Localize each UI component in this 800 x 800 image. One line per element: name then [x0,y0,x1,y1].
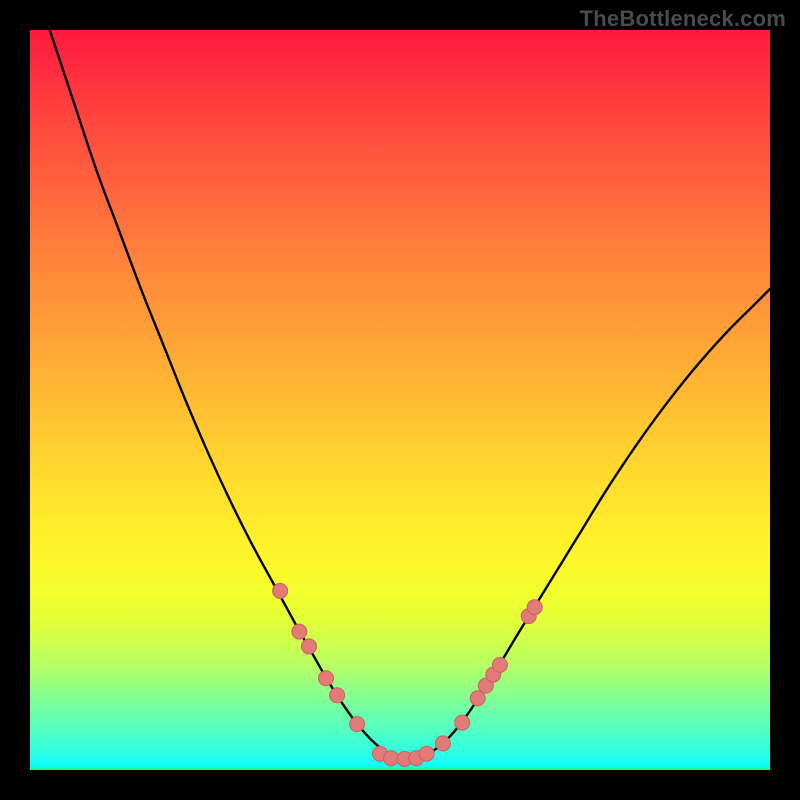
bottleneck-curve [30,0,770,760]
data-marker [330,688,345,703]
data-marker [384,751,399,766]
data-marker [319,671,334,686]
data-marker [435,736,450,751]
data-marker [292,624,307,639]
data-marker [301,639,316,654]
data-marker [419,746,434,761]
chart-overlay [30,30,770,770]
data-markers [273,583,543,766]
data-marker [527,600,542,615]
data-marker [492,657,507,672]
data-marker [350,717,365,732]
watermark-text: TheBottleneck.com [580,6,786,32]
plot-area [30,30,770,770]
data-marker [455,715,470,730]
data-marker [273,583,288,598]
chart-frame: TheBottleneck.com [0,0,800,800]
